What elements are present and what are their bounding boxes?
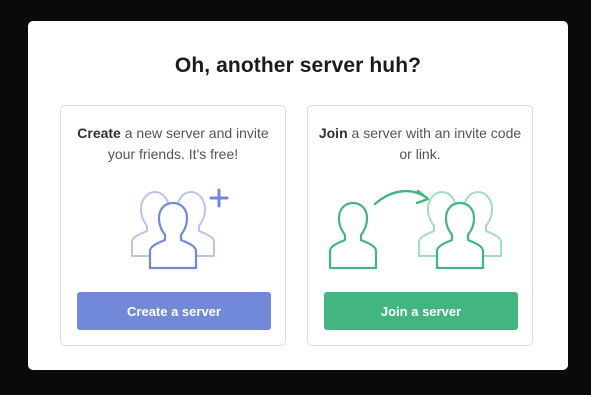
join-server-card: Join a server with an invite code or lin… — [307, 105, 533, 346]
create-description: Create a new server and invite your frie… — [71, 123, 275, 165]
create-emphasis: Create — [77, 125, 121, 141]
create-description-text: a new server and invite your friends. It… — [107, 125, 269, 162]
join-description-text: a server with an invite code or link. — [347, 125, 522, 162]
join-emphasis: Join — [318, 125, 348, 141]
create-or-join-modal: Oh, another server huh? Create a new ser… — [28, 21, 568, 370]
user-join-group-icon — [308, 178, 532, 278]
join-server-button[interactable]: Join a server — [324, 292, 518, 330]
modal-title: Oh, another server huh? — [174, 54, 422, 77]
create-server-button[interactable]: Create a server — [77, 292, 271, 330]
create-server-card: Create a new server and invite your frie… — [60, 105, 286, 346]
join-description: Join a server with an invite code or lin… — [318, 123, 522, 165]
users-plus-icon — [61, 178, 285, 278]
